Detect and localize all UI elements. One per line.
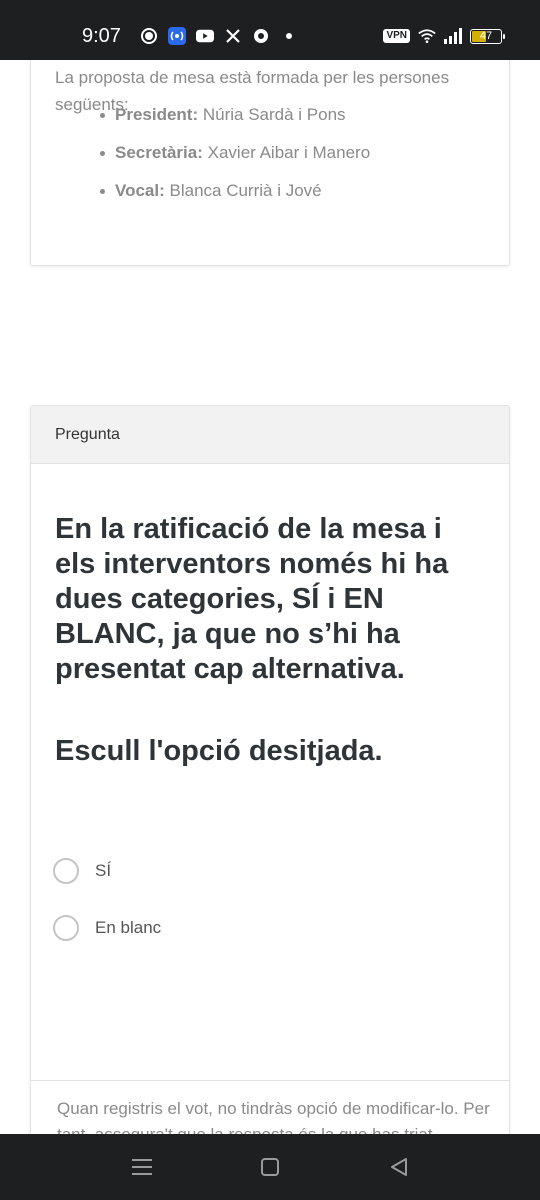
youtube-icon [196, 27, 214, 45]
notification-icons [140, 24, 298, 48]
intro-card: La proposta de mesa està formada per les… [30, 60, 510, 266]
divider [31, 1080, 509, 1081]
question-text: En la ratificació de la mesa i els inter… [55, 513, 449, 685]
status-bar: 9:07 VPN 47 [0, 0, 540, 60]
card-header-title: Pregunta [55, 426, 120, 443]
home-icon[interactable] [255, 1152, 285, 1182]
member-name: Blanca Currià i Jové [169, 181, 322, 200]
x-icon [224, 27, 242, 45]
vpn-icon: VPN [383, 29, 410, 43]
list-item: Secretària: Xavier Aibar i Manero [99, 142, 371, 164]
chrome-icon [252, 27, 270, 45]
option-label[interactable]: En blanc [95, 918, 161, 938]
signal-app-icon [140, 27, 158, 45]
clock: 9:07 [82, 25, 121, 47]
member-role: President: [115, 105, 199, 124]
radio-button-si[interactable] [53, 858, 79, 884]
member-role: Vocal: [115, 181, 165, 200]
option-label[interactable]: SÍ [95, 861, 111, 881]
radio-app-icon [168, 27, 186, 45]
system-icons: VPN 47 [383, 25, 505, 47]
menu-icon[interactable] [127, 1152, 157, 1182]
option-si[interactable]: SÍ [53, 857, 111, 885]
battery-icon: 47 [470, 28, 505, 44]
battery-level: 47 [479, 29, 493, 42]
cell-signal-icon [444, 27, 462, 45]
card-header: Pregunta [31, 406, 509, 464]
member-name: Núria Sardà i Pons [202, 105, 346, 124]
option-en-blanc[interactable]: En blanc [53, 914, 161, 942]
instruction-text: Escull l'opció desitjada. [55, 735, 383, 767]
member-name: Xavier Aibar i Manero [207, 143, 371, 162]
vote-notice: Quan registris el vot, no tindràs opció … [57, 1099, 490, 1134]
wifi-icon [418, 27, 436, 45]
page-content: La proposta de mesa està formada per les… [0, 60, 540, 1134]
navigation-bar [0, 1134, 540, 1200]
list-item: Vocal: Blanca Currià i Jové [99, 180, 370, 202]
members-list: President: Núria Sardà i Pons Secretària… [99, 104, 371, 218]
member-role: Secretària: [115, 143, 203, 162]
question-card: Pregunta En la ratificació de la mesa i … [30, 405, 510, 1134]
radio-button-en-blanc[interactable] [53, 915, 79, 941]
back-icon[interactable] [384, 1152, 414, 1182]
dot-icon [280, 27, 298, 45]
list-item: President: Núria Sardà i Pons [99, 104, 370, 126]
